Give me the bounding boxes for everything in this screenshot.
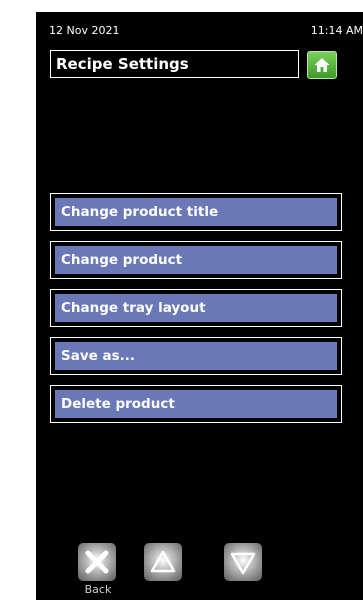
scroll-up-button[interactable] (144, 543, 182, 581)
menu-item-label: Change product (55, 246, 337, 274)
menu-item-label: Save as... (55, 342, 337, 370)
scroll-down-button[interactable] (224, 543, 262, 581)
menu-item-label: Change product title (55, 198, 337, 226)
back-label: Back (84, 583, 112, 596)
down-arrow-icon (230, 552, 256, 575)
close-icon (85, 550, 109, 574)
device-screen: 12 Nov 2021 11:14 AM Recipe Settings Cha… (36, 12, 363, 600)
recipe-settings-menu: Change product title Change product Chan… (50, 193, 342, 433)
menu-item-label: Delete product (55, 390, 337, 418)
home-button[interactable] (307, 51, 337, 79)
back-button[interactable] (78, 543, 116, 581)
change-product-title-button[interactable]: Change product title (50, 193, 342, 231)
status-time: 11:14 AM (310, 24, 363, 37)
change-tray-layout-button[interactable]: Change tray layout (50, 289, 342, 327)
status-date: 12 Nov 2021 (49, 24, 120, 37)
delete-product-button[interactable]: Delete product (50, 385, 342, 423)
change-product-button[interactable]: Change product (50, 241, 342, 279)
save-as-button[interactable]: Save as... (50, 337, 342, 375)
page-title: Recipe Settings (50, 50, 299, 78)
up-arrow-icon (150, 550, 176, 573)
home-icon (314, 58, 330, 72)
status-bar: 12 Nov 2021 11:14 AM (36, 24, 363, 40)
menu-item-label: Change tray layout (55, 294, 337, 322)
